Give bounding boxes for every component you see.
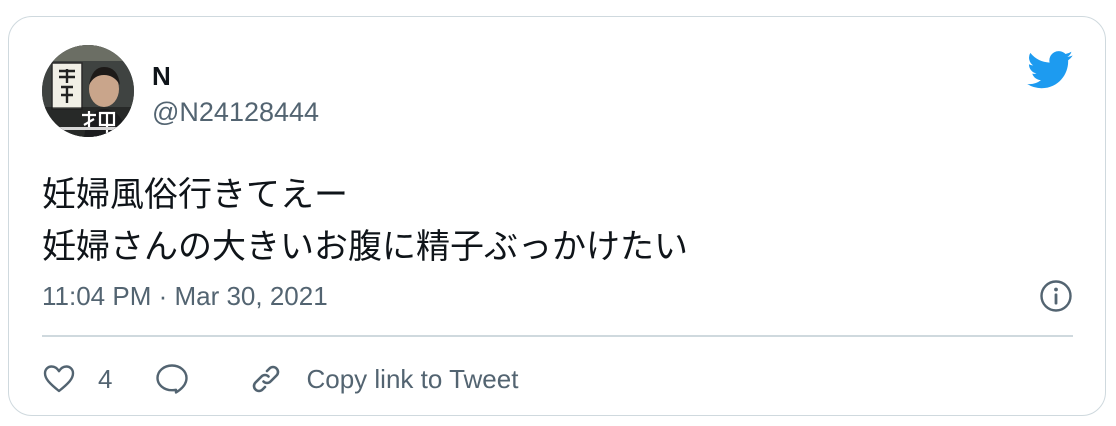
author-name[interactable]: N — [152, 61, 319, 91]
like-count: 4 — [98, 363, 113, 394]
tweet-text: 妊婦風俗行きてえー 妊婦さんの大きいお腹に精子ぶっかけたい — [42, 175, 688, 267]
tweet-actions: 4 Copy link to Tweet — [42, 359, 518, 399]
link-icon — [253, 365, 280, 393]
speech-bubble-icon — [156, 364, 189, 394]
avatar-image — [42, 45, 134, 137]
like-button[interactable]: 4 — [42, 362, 112, 396]
author-info[interactable]: N @N24128444 — [152, 61, 319, 127]
avatar[interactable] — [42, 45, 134, 137]
twitter-bird-icon[interactable] — [1027, 51, 1073, 89]
copy-link-label: Copy link to Tweet — [306, 363, 519, 394]
tweet-header: N @N24128444 — [42, 45, 1073, 137]
author-handle[interactable]: @N24128444 — [152, 97, 319, 127]
info-icon[interactable] — [1039, 279, 1073, 313]
copy-link-button[interactable]: Copy link to Tweet — [248, 361, 518, 397]
divider — [42, 335, 1073, 337]
heart-icon — [43, 365, 75, 393]
tweet-timestamp[interactable]: 11:04 PM · Mar 30, 2021 — [42, 279, 328, 313]
reply-button[interactable] — [154, 362, 190, 396]
tweet-card[interactable]: N @N24128444 妊婦風俗行きてえー 妊婦さんの大きいお腹に精子ぶっかけ… — [8, 16, 1106, 416]
